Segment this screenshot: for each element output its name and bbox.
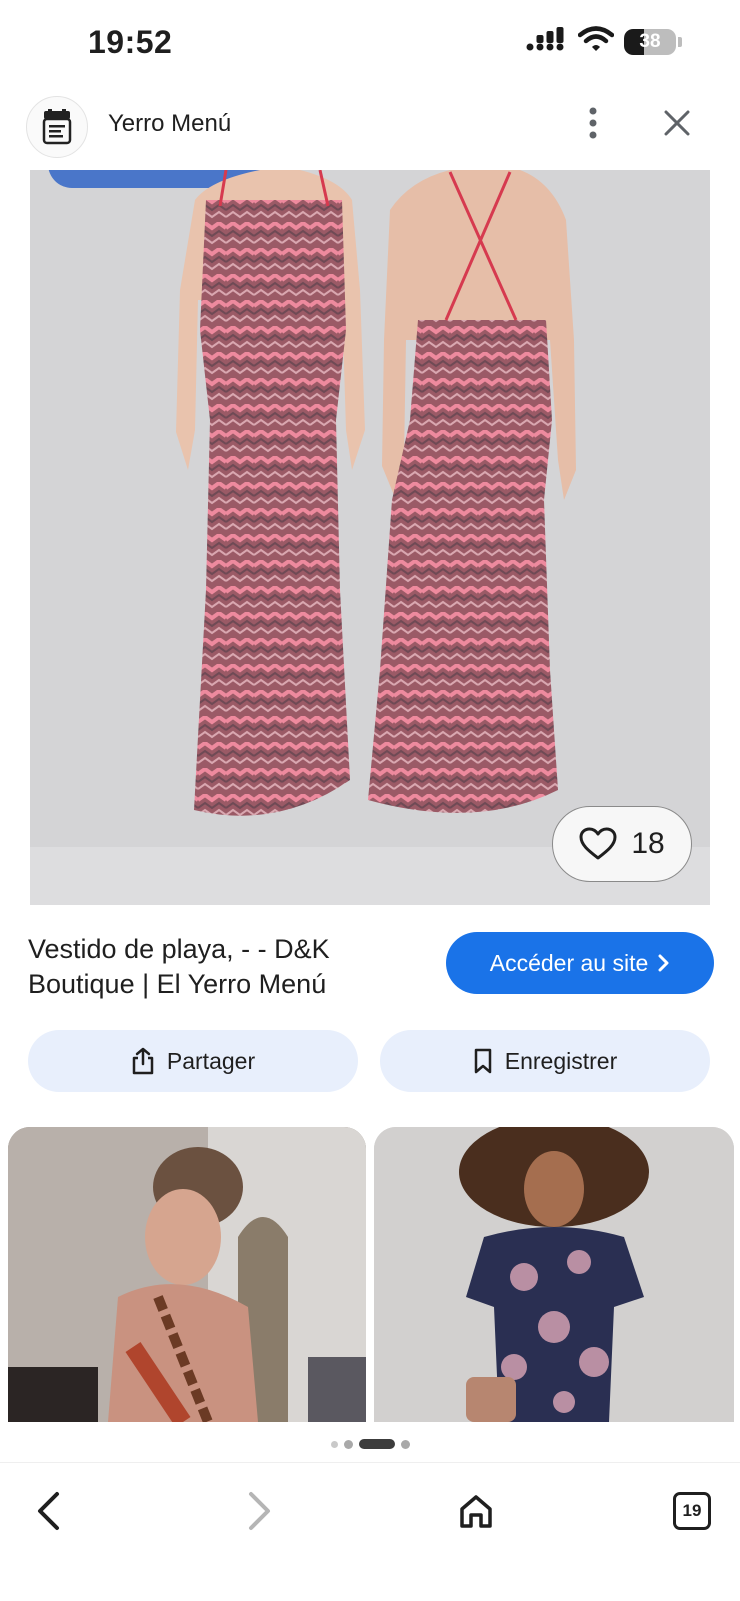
tabs-button[interactable]: 19 [666,1485,718,1537]
forward-button[interactable] [234,1485,286,1537]
status-time: 19:52 [88,24,173,60]
site-name: Yerro Menú [108,110,232,137]
battery-tip [678,36,682,47]
battery-level: 38 [639,30,661,52]
home-icon [460,1495,492,1528]
wifi-icon [577,26,615,57]
forward-icon [249,1492,270,1530]
chevron-right-icon [658,954,669,972]
page-indicator [0,1437,740,1451]
page-dot [343,1439,353,1449]
close-icon [664,110,690,136]
related-image-2[interactable] [374,1127,734,1422]
bottom-navigation: 19 [0,1462,740,1601]
home-button[interactable] [450,1485,502,1537]
share-label: Partager [166,1047,256,1074]
like-button[interactable]: 18 [552,806,692,882]
product-image[interactable]: 18 [30,170,710,905]
tabs-icon: 19 [673,1492,711,1530]
related-photo-1 [8,1127,366,1422]
page-dot [400,1439,410,1449]
site-logo-icon[interactable] [26,96,88,158]
related-photo-2 [374,1127,734,1422]
visit-site-label: Accéder au site [489,949,649,976]
visit-site-button[interactable]: Accéder au site [446,932,714,994]
back-button[interactable] [22,1485,74,1537]
page-dot-active [358,1439,395,1449]
back-icon [38,1492,59,1530]
heart-icon [579,827,617,860]
tabs-count: 19 [682,1501,702,1520]
header: Yerro Menú [0,88,740,170]
dress-photo [176,170,576,816]
status-bar: 19:52 38 [0,0,740,88]
bookmark-icon [474,1048,491,1074]
save-button[interactable]: Enregistrer [380,1030,710,1092]
share-button[interactable]: Partager [28,1030,358,1092]
status-icons: 38 [526,26,682,57]
page-dot [330,1440,338,1448]
like-count: 18 [631,827,665,860]
more-options-button[interactable] [572,102,614,144]
result-title: Vestido de playa, - - D&K Boutique | El … [28,934,330,999]
save-label: Enregistrer [504,1047,618,1074]
close-button[interactable] [656,102,698,144]
signal-icon [526,26,568,57]
share-icon [132,1047,154,1075]
related-image-1[interactable] [8,1127,366,1422]
battery-icon: 38 [624,28,676,55]
more-vert-icon [589,107,597,139]
